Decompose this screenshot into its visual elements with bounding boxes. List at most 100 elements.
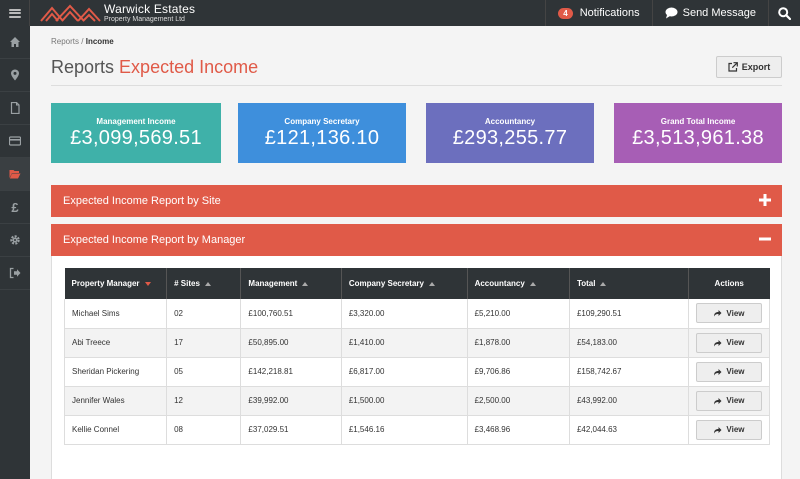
cell-accountancy: £5,210.00 (467, 299, 570, 329)
sort-asc-icon (428, 281, 435, 286)
sidebar-item-reports[interactable] (0, 158, 30, 191)
column-header-company-secretary[interactable]: Company Secretary (341, 268, 468, 299)
main-content: Reports / Income Reports Expected Income… (30, 26, 800, 479)
cell-secretary: £1,410.00 (341, 328, 468, 358)
page-title: Reports Expected Income (51, 57, 258, 78)
notifications-label: Notifications (579, 7, 640, 19)
cell-total: £158,742.67 (569, 357, 689, 387)
table-row: Jennifer Wales 12 £39,992.00 £1,500.00 £… (63, 386, 771, 416)
column-header-property-manager[interactable]: Property Manager (64, 268, 168, 299)
sort-asc-icon (302, 281, 309, 286)
breadcrumb-separator: / (81, 37, 84, 46)
cell-accountancy: £9,706.86 (467, 357, 570, 387)
breadcrumb-current: Income (85, 37, 114, 46)
view-button[interactable]: View (695, 303, 762, 324)
brand-subtitle: Property Management Ltd (104, 16, 185, 23)
share-arrow-icon (714, 339, 722, 346)
minus-icon[interactable] (758, 232, 772, 246)
view-button[interactable]: View (695, 390, 762, 411)
brand-title: Warwick Estates (104, 2, 196, 16)
hamburger-icon (8, 8, 21, 18)
brand-logo[interactable]: Warwick Estates Property Management Ltd (40, 0, 195, 26)
home-icon (10, 37, 20, 47)
stat-label: Management Income (96, 117, 176, 126)
stat-value: £3,099,569.51 (70, 127, 202, 149)
notifications-button[interactable]: 4 Notifications (545, 0, 651, 26)
accordion-by-site-title: Expected Income Report by Site (63, 195, 221, 207)
plus-icon[interactable] (758, 193, 772, 207)
folder-open-icon (9, 170, 21, 179)
accordion-by-site[interactable]: Expected Income Report by Site (51, 185, 782, 217)
sort-desc-icon (144, 281, 151, 286)
accordion-by-manager-body: Property Manager # Sites Management Comp… (51, 256, 782, 479)
cell-secretary: £1,546.16 (341, 415, 468, 445)
cell-accountancy: £2,500.00 (467, 386, 570, 416)
breadcrumb-reports-link[interactable]: Reports (51, 37, 79, 46)
table-row: Sheridan Pickering 05 £142,218.81 £6,817… (63, 357, 771, 387)
pound-icon: £ (11, 199, 19, 215)
cell-manager: Abi Treece (63, 328, 168, 358)
export-label: Export (741, 62, 771, 72)
cell-secretary: £1,500.00 (341, 386, 468, 416)
view-button[interactable]: View (695, 332, 762, 353)
sign-out-icon (9, 267, 21, 279)
table-header-row: Property Manager # Sites Management Comp… (64, 268, 770, 299)
page-title-main: Reports (51, 57, 115, 77)
sidebar-item-home[interactable] (0, 26, 30, 59)
cell-manager: Sheridan Pickering (63, 357, 168, 387)
sidebar-item-settings[interactable] (0, 224, 30, 257)
accordion-by-manager[interactable]: Expected Income Report by Manager (51, 224, 782, 256)
table-row: Kellie Connel 08 £37,029.51 £1,546.16 £3… (63, 415, 771, 445)
menu-button[interactable] (0, 0, 30, 26)
search-icon (778, 6, 791, 20)
cell-management: £37,029.51 (240, 415, 342, 445)
stat-value: £293,255.77 (452, 127, 568, 149)
cell-accountancy: £1,878.00 (467, 328, 570, 358)
cell-management: £100,760.51 (240, 299, 342, 329)
sidebar-item-logout[interactable] (0, 257, 30, 290)
export-button[interactable]: Export (716, 56, 782, 78)
cell-management: £39,992.00 (240, 386, 342, 416)
title-divider (51, 85, 782, 86)
send-message-label: Send Message (682, 7, 756, 19)
chat-bubble-icon (665, 7, 678, 19)
sort-asc-icon (204, 281, 211, 286)
stat-accountancy: Accountancy £293,255.77 (426, 103, 594, 163)
manager-income-table: Property Manager # Sites Management Comp… (63, 268, 771, 445)
cell-secretary: £6,817.00 (341, 357, 468, 387)
column-header-management[interactable]: Management (240, 268, 342, 299)
sidebar: £ (0, 26, 30, 479)
cell-manager: Michael Sims (63, 299, 168, 329)
share-arrow-icon (714, 310, 722, 317)
sidebar-item-finance[interactable]: £ (0, 191, 30, 224)
cell-total: £54,183.00 (569, 328, 689, 358)
view-button[interactable]: View (695, 419, 762, 440)
share-arrow-icon (714, 426, 722, 433)
sidebar-item-payments[interactable] (0, 125, 30, 158)
top-bar: Warwick Estates Property Management Ltd … (0, 0, 800, 26)
column-header-total[interactable]: Total (569, 268, 689, 299)
sidebar-item-documents[interactable] (0, 92, 30, 125)
page-title-accent: Expected Income (119, 57, 259, 77)
map-marker-icon (11, 69, 19, 81)
sidebar-item-locations[interactable] (0, 59, 30, 92)
view-button[interactable]: View (695, 361, 762, 382)
stat-grand-total-income: Grand Total Income £3,513,961.38 (614, 103, 782, 163)
breadcrumb: Reports / Income (51, 37, 114, 46)
cell-total: £42,044.63 (569, 415, 689, 445)
stat-label: Accountancy (484, 117, 536, 126)
stat-label: Company Secretary (284, 117, 360, 126)
search-button[interactable] (768, 0, 800, 26)
cell-management: £50,895.00 (240, 328, 342, 358)
stat-value: £121,136.10 (264, 127, 380, 149)
column-header-sites[interactable]: # Sites (166, 268, 242, 299)
sort-asc-icon (600, 281, 607, 286)
rooftops-logo-icon (40, 4, 101, 22)
send-message-button[interactable]: Send Message (651, 0, 768, 26)
cell-manager: Kellie Connel (63, 415, 168, 445)
column-header-accountancy[interactable]: Accountancy (467, 268, 570, 299)
table-row: Michael Sims 02 £100,760.51 £3,320.00 £5… (63, 299, 771, 329)
cell-sites: 08 (166, 415, 242, 445)
cell-total: £43,992.00 (569, 386, 689, 416)
accordion-by-manager-title: Expected Income Report by Manager (63, 234, 246, 246)
